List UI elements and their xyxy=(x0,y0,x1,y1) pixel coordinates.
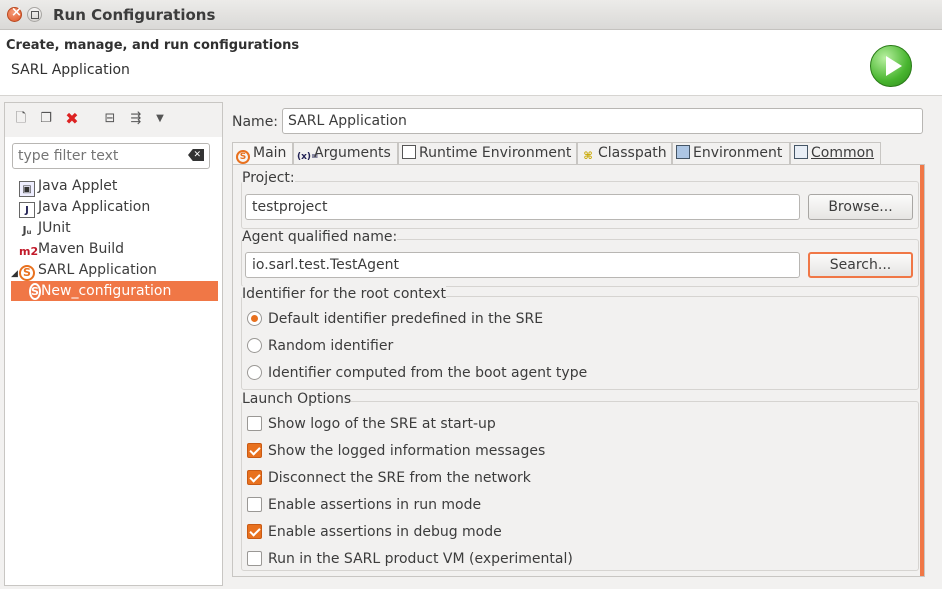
header-subtitle: SARL Application xyxy=(11,62,130,78)
name-label: Name: xyxy=(232,114,279,130)
delete-icon[interactable]: ✖ xyxy=(64,111,80,127)
window-title: Run Configurations xyxy=(53,6,216,24)
tree-item-sarl-application[interactable]: S SARL Application xyxy=(19,260,157,281)
tab-arguments[interactable]: (x)=Arguments xyxy=(293,142,398,164)
checkbox[interactable] xyxy=(247,524,262,539)
tree-item-label: Java Applet xyxy=(38,178,118,194)
run-icon xyxy=(870,45,912,87)
collapse-all-icon[interactable]: ⊟ xyxy=(102,111,118,127)
tab-classpath[interactable]: ⌘ Classpath xyxy=(577,142,672,164)
radio-label: Default identifier predefined in the SRE xyxy=(268,311,544,327)
tree-item-label: New_configuration xyxy=(40,283,172,299)
checkbox-assertions-run[interactable]: Enable assertions in run mode xyxy=(247,495,481,515)
checkbox-label: Enable assertions in debug mode xyxy=(268,524,502,540)
radio-button[interactable] xyxy=(247,365,262,380)
checkbox-label: Show the logged information messages xyxy=(268,443,546,459)
tree-item-java-application[interactable]: J Java Application xyxy=(19,197,151,218)
checkbox-show-logged-messages[interactable]: Show the logged information messages xyxy=(247,441,545,461)
radio-boot-agent-identifier[interactable]: Identifier computed from the boot agent … xyxy=(247,363,587,383)
sarl-icon: S xyxy=(19,265,35,281)
filter-input[interactable] xyxy=(18,145,183,167)
tab-label: Common xyxy=(811,145,875,161)
dropdown-icon[interactable]: ▼ xyxy=(152,111,168,127)
checkbox-label: Enable assertions in run mode xyxy=(268,497,482,513)
tab-label: Main xyxy=(253,145,287,161)
tab-environment[interactable]: Environment xyxy=(672,142,790,164)
classpath-icon: ⌘ xyxy=(583,151,593,162)
vertical-scrollbar[interactable] xyxy=(920,165,924,576)
checkbox[interactable] xyxy=(247,497,262,512)
junit-icon: Jᵤ xyxy=(22,224,32,237)
tab-label: Arguments xyxy=(314,145,391,161)
maven-icon: m2 xyxy=(19,245,39,258)
dialog-header: Create, manage, and run configurations S… xyxy=(0,30,942,96)
runtime-icon xyxy=(402,145,416,159)
window-titlebar: Run Configurations xyxy=(0,0,942,30)
java-application-icon: J xyxy=(19,202,35,218)
new-config-icon[interactable]: 🗋 xyxy=(13,111,29,127)
java-applet-icon: ▣ xyxy=(19,181,35,197)
radio-default-identifier[interactable]: Default identifier predefined in the SRE xyxy=(247,309,543,329)
tree-item-java-applet[interactable]: ▣ Java Applet xyxy=(19,176,118,197)
name-input[interactable] xyxy=(282,108,923,134)
tab-main[interactable]: S Main xyxy=(232,142,293,164)
checkbox-show-logo[interactable]: Show logo of the SRE at start-up xyxy=(247,414,496,434)
radio-button[interactable] xyxy=(247,338,262,353)
radio-label: Identifier computed from the boot agent … xyxy=(268,365,588,381)
close-window-button[interactable] xyxy=(7,5,22,22)
checkbox[interactable] xyxy=(247,416,262,431)
tree-item-label: Java Application xyxy=(38,199,151,215)
tree-item-label: Maven Build xyxy=(38,241,125,257)
clear-filter-icon[interactable]: ✕ xyxy=(188,149,204,161)
checkbox-sarl-product-vm[interactable]: Run in the SARL product VM (experimental… xyxy=(247,549,573,569)
configuration-toolbar: 🗋 ❐ ✖ ⊟ ⇶ ▼ xyxy=(5,103,222,137)
filter-input-box: ✕ xyxy=(12,143,210,169)
tab-label: Classpath xyxy=(598,145,667,161)
radio-random-identifier[interactable]: Random identifier xyxy=(247,336,393,356)
sarl-icon: S xyxy=(236,150,250,164)
project-label: Project: xyxy=(242,170,295,186)
agent-input[interactable] xyxy=(245,252,800,278)
filter-icon[interactable]: ⇶ xyxy=(128,111,144,127)
launch-options-label: Launch Options xyxy=(242,391,352,407)
configuration-editor: Name: SMain (x)=Arguments Runtime Enviro… xyxy=(227,102,938,586)
tree-item-label: JUnit xyxy=(38,220,71,236)
expand-arrow-icon[interactable]: ◢ xyxy=(11,269,18,279)
maximize-window-button[interactable] xyxy=(27,7,42,22)
duplicate-icon[interactable]: ❐ xyxy=(38,111,54,127)
tree-item-new-configuration[interactable]: S New_configuration xyxy=(29,281,171,301)
sarl-icon: S xyxy=(29,283,41,300)
root-context-label: Identifier for the root context xyxy=(242,286,446,302)
tree-item-label: SARL Application xyxy=(38,262,157,278)
arguments-icon: (x)= xyxy=(297,152,319,162)
main-tab-panel: Project: Browse... Agent qualified name:… xyxy=(232,164,925,577)
environment-icon xyxy=(676,145,690,159)
search-button[interactable]: Search... xyxy=(808,252,913,278)
tab-runtime-environment[interactable]: Runtime Environment xyxy=(398,142,577,164)
radio-button[interactable] xyxy=(247,311,262,326)
tree-item-junit[interactable]: Jᵤ JUnit xyxy=(19,218,71,238)
project-input[interactable] xyxy=(245,194,800,220)
checkbox[interactable] xyxy=(247,551,262,566)
common-icon xyxy=(794,145,808,159)
tree-item-maven-build[interactable]: m2Maven Build xyxy=(19,239,124,259)
configuration-list-panel: 🗋 ❐ ✖ ⊟ ⇶ ▼ ✕ ▣Java Applet JJava Applica… xyxy=(4,102,223,586)
tab-common[interactable]: Common xyxy=(790,142,881,164)
checkbox-label: Run in the SARL product VM (experimental… xyxy=(268,551,573,567)
browse-button[interactable]: Browse... xyxy=(808,194,913,220)
checkbox-assertions-debug[interactable]: Enable assertions in debug mode xyxy=(247,522,502,542)
header-title: Create, manage, and run configurations xyxy=(6,38,300,53)
tab-label: Runtime Environment xyxy=(419,145,572,161)
checkbox-label: Disconnect the SRE from the network xyxy=(268,470,531,486)
checkbox-disconnect-network[interactable]: Disconnect the SRE from the network xyxy=(247,468,531,488)
radio-label: Random identifier xyxy=(268,338,394,354)
tab-label: Environment xyxy=(693,145,783,161)
agent-label: Agent qualified name: xyxy=(242,229,398,245)
checkbox[interactable] xyxy=(247,470,262,485)
checkbox-label: Show logo of the SRE at start-up xyxy=(268,416,496,432)
checkbox[interactable] xyxy=(247,443,262,458)
